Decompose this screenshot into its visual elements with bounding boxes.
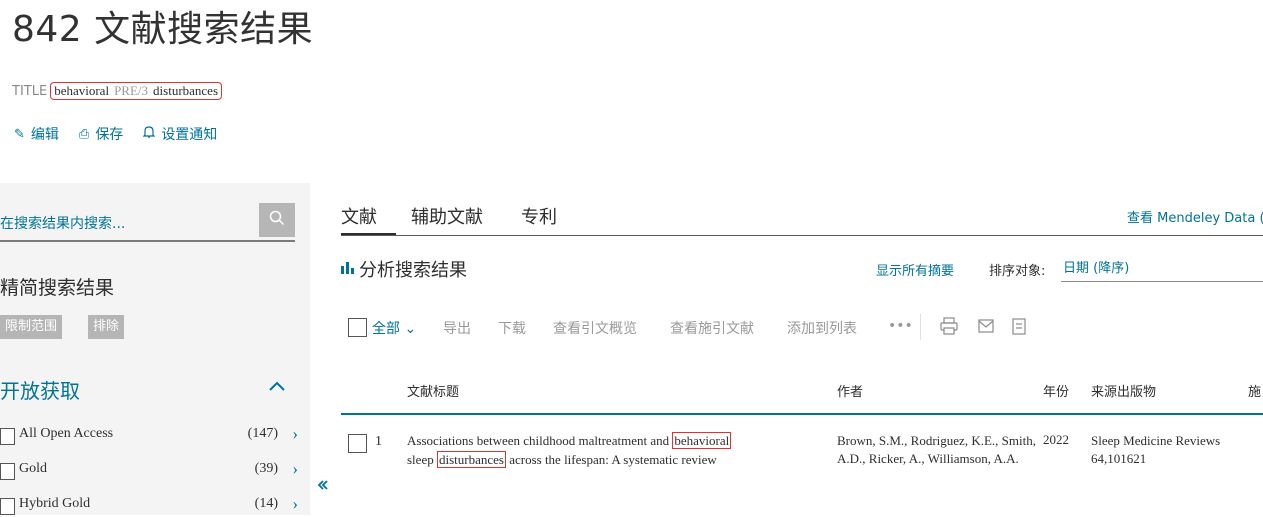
facet-label: All Open Access <box>19 426 114 441</box>
save-button[interactable]: ⎙ 保存 <box>79 124 123 144</box>
table-header-divider <box>341 413 1263 415</box>
highlighted-term: disturbances <box>436 451 506 468</box>
search-icon <box>269 210 285 230</box>
query-actions: ✎ 编辑 ⎙ 保存 设置通知 <box>14 124 217 144</box>
title-text: Associations between childhood maltreatm… <box>407 433 673 448</box>
email-icon[interactable] <box>978 319 994 337</box>
facet-gold[interactable]: Gold (39) › <box>0 459 302 482</box>
pencil-icon: ✎ <box>14 126 25 142</box>
cited-by-button[interactable]: 查看施引文献 <box>670 318 754 338</box>
result-year: 2022 <box>1043 432 1069 447</box>
search-within-results: 在搜索结果内搜索... <box>0 201 295 243</box>
column-header-cited-by[interactable]: 施 <box>1248 381 1261 400</box>
query-expression: behavioral PRE/3 disturbances <box>50 82 223 100</box>
analyze-results-button[interactable]: 分析搜索结果 <box>341 256 467 282</box>
bibliography-icon[interactable] <box>1012 318 1026 339</box>
search-button[interactable] <box>259 203 295 237</box>
title-text: across the lifespan: A systematic review <box>505 452 717 467</box>
save-label: 保存 <box>95 127 124 143</box>
result-authors[interactable]: Brown, S.M., Rodriguez, K.E., Smith, A.D… <box>837 432 1037 468</box>
result-number: 1 <box>375 434 382 449</box>
collapse-sidebar-icon[interactable] <box>317 478 328 494</box>
set-alert-button[interactable]: 设置通知 <box>142 124 218 144</box>
query-term: disturbances <box>153 83 219 98</box>
chevron-right-icon[interactable]: › <box>292 494 298 514</box>
facet-count: (14) <box>254 496 278 511</box>
chevron-right-icon[interactable]: › <box>292 459 298 479</box>
result-source[interactable]: Sleep Medicine Reviews 64,101621 <box>1091 432 1241 468</box>
citation-overview-button[interactable]: 查看引文概览 <box>553 318 637 338</box>
search-underline <box>0 240 295 242</box>
facet-hybrid-gold[interactable]: Hybrid Gold (14) › <box>0 494 302 517</box>
sort-underline <box>1061 281 1263 282</box>
facet-all-open-access[interactable]: All Open Access (147) › <box>0 424 302 447</box>
bell-icon <box>142 125 156 143</box>
edit-button[interactable]: ✎ 编辑 <box>14 124 59 144</box>
facet-checkbox[interactable] <box>0 498 15 515</box>
tab-patents[interactable]: 专利 <box>521 203 557 229</box>
column-header-source[interactable]: 来源出版物 <box>1091 381 1156 400</box>
column-header-authors[interactable]: 作者 <box>837 381 863 400</box>
source-detail: 64,101621 <box>1091 451 1147 466</box>
open-access-heading[interactable]: 开放获取 <box>0 375 80 404</box>
sort-label: 排序对象: <box>989 264 1046 279</box>
tab-secondary-documents[interactable]: 辅助文献 <box>411 203 483 229</box>
column-header-year[interactable]: 年份 <box>1043 381 1069 400</box>
tab-documents[interactable]: 文献 <box>341 203 377 229</box>
print-icon[interactable] <box>940 317 958 339</box>
refine-sidebar: 在搜索结果内搜索... 精简搜索结果 限制范围 排除 开放获取 All Open… <box>0 183 310 515</box>
source-title: Sleep Medicine Reviews <box>1091 433 1221 448</box>
show-all-abstracts-link[interactable]: 显示所有摘要 <box>876 260 954 279</box>
select-all-dropdown[interactable]: 全部 ⌄ <box>372 318 416 338</box>
column-header-title[interactable]: 文献标题 <box>407 381 459 400</box>
query-field: TITLE <box>12 83 48 99</box>
save-icon: ⎙ <box>78 126 90 142</box>
more-options-icon[interactable]: ••• <box>888 318 913 334</box>
refine-results-heading: 精简搜索结果 <box>0 277 115 299</box>
select-all-label: 全部 <box>372 321 400 337</box>
facet-label: Gold <box>19 461 47 476</box>
facet-checkbox[interactable] <box>0 463 15 480</box>
export-button[interactable]: 导出 <box>443 318 471 338</box>
download-button[interactable]: 下载 <box>498 318 526 338</box>
page-title: 842 文献搜索结果 <box>12 9 314 50</box>
chevron-up-icon[interactable] <box>268 373 286 397</box>
chevron-right-icon[interactable]: › <box>292 424 298 444</box>
facet-checkbox[interactable] <box>0 428 15 445</box>
search-within-input[interactable]: 在搜索结果内搜索... <box>0 213 125 233</box>
title-text: sleep <box>407 452 437 467</box>
exclude-button[interactable]: 排除 <box>88 315 125 339</box>
edit-label: 编辑 <box>30 127 59 143</box>
search-query: TITLE behavioral PRE/3 disturbances <box>12 82 223 100</box>
bar-chart-icon <box>341 261 355 277</box>
facet-count: (147) <box>247 426 278 441</box>
facet-label: Hybrid Gold <box>19 496 91 511</box>
set-alert-label: 设置通知 <box>161 127 218 143</box>
facet-count: (39) <box>254 461 278 476</box>
highlighted-term: behavioral <box>672 432 732 449</box>
tabs-divider <box>341 235 1263 236</box>
query-operator: PRE/3 <box>114 83 149 98</box>
toolbar-divider <box>920 314 921 340</box>
add-to-list-button[interactable]: 添加到列表 <box>787 318 857 338</box>
mendeley-data-link[interactable]: 查看 Mendeley Data ( <box>1127 207 1263 226</box>
chevron-down-icon: ⌄ <box>400 321 417 337</box>
select-all-checkbox[interactable] <box>348 318 367 337</box>
result-checkbox[interactable] <box>348 434 367 453</box>
query-term: behavioral <box>54 83 110 98</box>
analyze-label: 分析搜索结果 <box>359 260 467 281</box>
result-title-link[interactable]: Associations between childhood maltreatm… <box>407 431 827 469</box>
limit-to-button[interactable]: 限制范围 <box>0 315 63 339</box>
sort-select[interactable]: 日期 (降序) <box>1063 257 1129 276</box>
